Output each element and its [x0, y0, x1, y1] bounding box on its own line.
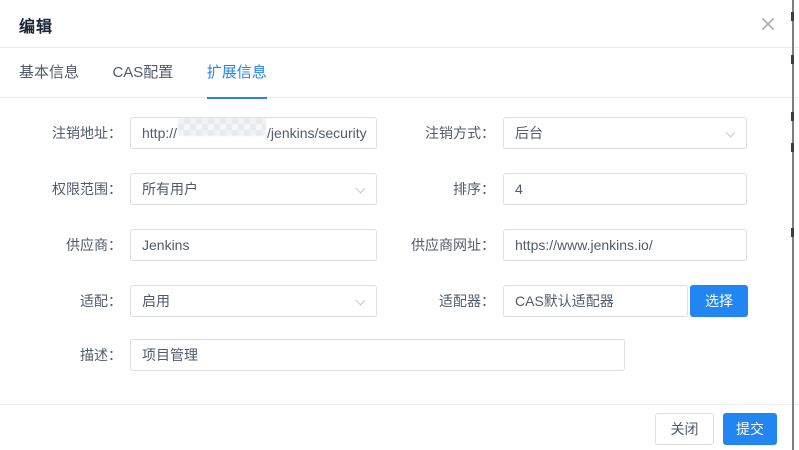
- logout-url-suffix: /jenkins/security: [267, 118, 367, 148]
- chevron-down-icon: [356, 184, 366, 194]
- form-row: 供应商： 供应商网址：: [0, 229, 794, 261]
- adapt-value: 启用: [142, 293, 170, 309]
- footer-divider: [0, 404, 799, 405]
- scope-label: 权限范围：: [0, 173, 122, 205]
- redacted-blur: [178, 118, 266, 136]
- vendor-url-input[interactable]: [503, 229, 747, 261]
- vendor-label: 供应商：: [0, 229, 122, 261]
- vendor-input[interactable]: [130, 229, 377, 261]
- logout-url-input[interactable]: http:// /jenkins/security: [130, 117, 377, 149]
- sort-label: 排序：: [373, 173, 495, 205]
- tab-extended-info[interactable]: 扩展信息: [207, 48, 267, 98]
- window-edge-tick: [791, 112, 794, 121]
- adapt-select[interactable]: 启用: [130, 285, 377, 317]
- window-edge-tick: [791, 143, 794, 152]
- scope-value: 所有用户: [142, 181, 198, 197]
- window-edge: [792, 0, 794, 450]
- chevron-down-icon: [356, 296, 366, 306]
- logout-url-label: 注销地址：: [0, 117, 122, 149]
- modal-title: 编辑: [19, 13, 53, 37]
- description-input[interactable]: [130, 339, 625, 371]
- tab-bar: 基本信息 CAS配置 扩展信息: [0, 48, 799, 98]
- close-icon[interactable]: [760, 16, 776, 32]
- edit-modal: 编辑 基本信息 CAS配置 扩展信息 注销地址： http:// /jenkins…: [0, 0, 799, 450]
- close-button[interactable]: 关闭: [655, 413, 714, 445]
- window-edge-tick: [791, 228, 794, 237]
- adapt-label: 适配：: [0, 285, 122, 317]
- form-row: 注销地址： http:// /jenkins/security 注销方式： 后台: [0, 117, 794, 149]
- adapter-select-button[interactable]: 选择: [690, 285, 748, 317]
- chevron-down-icon: [726, 128, 736, 138]
- scope-select[interactable]: 所有用户: [130, 173, 377, 205]
- form-row: 适配： 启用 适配器： 选择: [0, 285, 794, 317]
- sort-input[interactable]: [503, 173, 747, 205]
- form-row: 权限范围： 所有用户 排序：: [0, 173, 794, 205]
- logout-mode-label: 注销方式：: [373, 117, 495, 149]
- adapter-input[interactable]: [503, 285, 688, 317]
- window-edge-tick: [791, 12, 794, 21]
- vendor-url-label: 供应商网址：: [373, 229, 495, 261]
- logout-url-prefix: http://: [142, 118, 177, 148]
- submit-button[interactable]: 提交: [723, 413, 777, 445]
- window-edge-tick: [791, 55, 794, 64]
- logout-mode-value: 后台: [515, 125, 543, 141]
- adapter-label: 适配器：: [373, 285, 495, 317]
- modal-header: 编辑: [0, 0, 799, 48]
- form-row: 描述：: [0, 339, 794, 371]
- description-label: 描述：: [0, 339, 122, 371]
- logout-mode-select[interactable]: 后台: [503, 117, 747, 149]
- tab-basic-info[interactable]: 基本信息: [19, 48, 79, 98]
- tab-cas-config[interactable]: CAS配置: [112, 48, 173, 98]
